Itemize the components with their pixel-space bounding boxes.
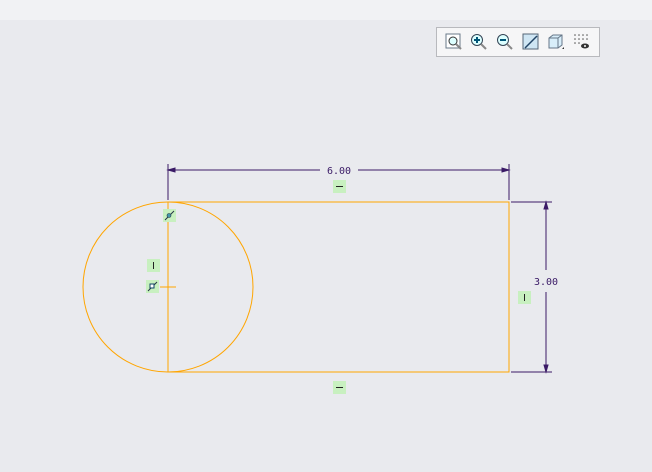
constraint-horizontal-top[interactable]	[333, 180, 346, 193]
sketch-canvas[interactable]: 6.00 3.00	[0, 0, 652, 472]
constraint-vertical-right[interactable]	[518, 291, 531, 304]
constraint-vertical-left[interactable]	[147, 259, 160, 272]
constraint-point-on-entity-center[interactable]	[146, 280, 159, 293]
constraint-point-on-entity-top[interactable]	[163, 209, 176, 222]
dimension-width-value[interactable]: 6.00	[327, 166, 351, 177]
constraint-horizontal-bottom[interactable]	[333, 381, 346, 394]
dimension-height-value[interactable]: 3.00	[534, 277, 558, 288]
rectangle[interactable]	[167, 201, 510, 373]
